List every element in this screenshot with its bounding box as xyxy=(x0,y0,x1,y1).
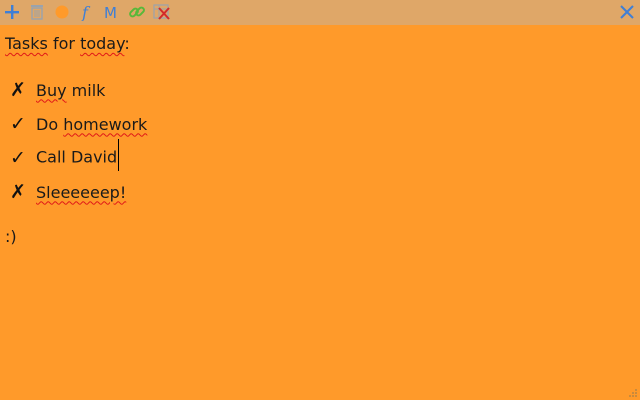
link-icon xyxy=(129,6,145,18)
task-item-sleep: ✗ Sleeeeeep! xyxy=(8,180,126,204)
note-title-word-for: for xyxy=(52,34,75,53)
check-icon: ✓ xyxy=(10,113,26,135)
markdown-button[interactable]: M xyxy=(102,2,122,22)
note-toolbar: f M xyxy=(0,0,640,25)
cross-icon: ✗ xyxy=(10,79,26,101)
task-text-part: Sleeeeeep! xyxy=(36,182,127,202)
task-text-part: milk xyxy=(66,80,106,100)
task-text: Sleeeeeep! xyxy=(36,183,126,202)
cross-icon: ✗ xyxy=(10,181,26,203)
font-f-icon: f xyxy=(81,3,91,21)
check-icon: ✓ xyxy=(10,147,26,169)
note-title-word-tasks: Tasks xyxy=(5,34,48,53)
color-dot-icon xyxy=(55,5,69,19)
task-text: Call David xyxy=(36,139,120,174)
task-text-part: Buy xyxy=(36,80,67,100)
svg-text:M: M xyxy=(104,4,117,21)
task-text: Buy milk xyxy=(36,81,105,100)
task-item-do-homework: ✓ Do homework xyxy=(8,112,147,136)
note-title-word-today: today xyxy=(80,34,125,53)
note-color-button[interactable] xyxy=(52,2,72,22)
note-title-colon: : xyxy=(124,34,130,53)
add-note-button[interactable] xyxy=(2,2,22,22)
svg-text:f: f xyxy=(81,3,91,21)
clear-formatting-button[interactable] xyxy=(152,2,172,22)
task-text-part: Do xyxy=(36,114,64,134)
plus-icon xyxy=(5,5,19,19)
task-text-part: Call David xyxy=(36,147,118,167)
close-note-button[interactable] xyxy=(617,2,637,22)
delete-note-button[interactable] xyxy=(27,2,47,22)
text-cursor xyxy=(118,139,120,171)
note-title: Tasks for today: xyxy=(5,34,130,53)
note-editor[interactable]: Tasks for today: ✗ Buy milk ✓ Do homewor… xyxy=(0,25,640,400)
task-text: Do homework xyxy=(36,115,147,134)
markdown-m-icon: M xyxy=(104,4,117,21)
task-item-buy-milk: ✗ Buy milk xyxy=(8,78,105,102)
task-item-call-david: ✓ Call David xyxy=(8,139,120,171)
task-text-part: homework xyxy=(63,114,148,134)
note-footer-text: :) xyxy=(5,227,17,246)
link-button[interactable] xyxy=(127,2,147,22)
trash-icon xyxy=(31,5,43,20)
clear-format-icon xyxy=(153,4,170,20)
font-button[interactable]: f xyxy=(77,2,97,22)
close-icon xyxy=(620,5,634,19)
resize-grip-icon[interactable] xyxy=(628,388,638,398)
